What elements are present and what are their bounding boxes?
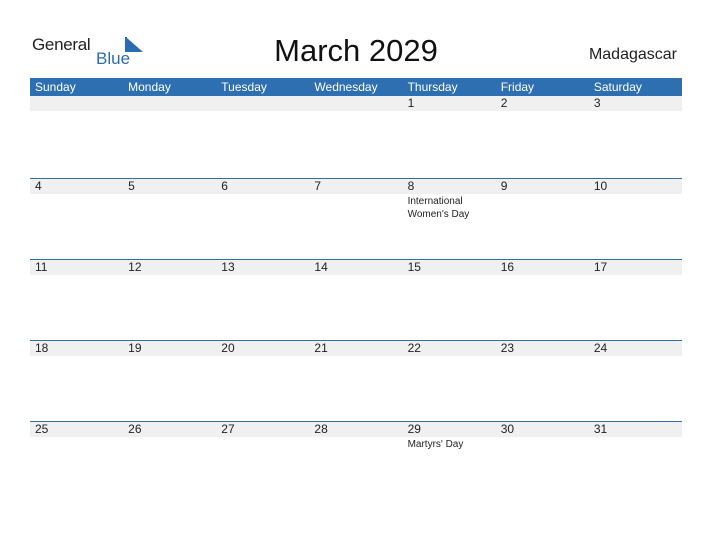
day-cell: 8 International Women's Day — [403, 179, 496, 221]
day-number: 31 — [593, 422, 608, 436]
day-cell: 7 — [309, 179, 402, 221]
day-number — [35, 96, 123, 111]
day-cell — [216, 96, 309, 111]
day-cell: 14 — [309, 260, 402, 275]
day-cell: 19 — [123, 341, 216, 356]
day-cell: 18 — [30, 341, 123, 356]
calendar-week: 18 19 20 21 22 23 24 — [30, 340, 682, 421]
day-cell: 6 — [216, 179, 309, 221]
weeks-container: 1 2 3 4 5 6 7 8 International Women's Day 9 10 11 12… — [30, 96, 682, 502]
day-number: 3 — [593, 96, 601, 110]
day-number: 23 — [500, 341, 515, 355]
day-cell: 15 — [403, 260, 496, 275]
calendar-week: 25 26 27 28 29 Martyrs' Day 30 31 — [30, 421, 682, 502]
day-number: 24 — [593, 341, 608, 355]
day-cell: 29 Martyrs' Day — [403, 422, 496, 451]
weekday-friday: Friday — [500, 80, 535, 94]
day-cell: 1 — [403, 96, 496, 111]
day-number: 7 — [314, 179, 322, 193]
country-label: Madagascar — [588, 46, 677, 63]
day-cell: 17 — [589, 260, 682, 275]
day-number: 21 — [314, 341, 328, 355]
day-number: 26 — [128, 422, 142, 436]
day-number: 27 — [221, 422, 235, 436]
day-cell: 9 — [496, 179, 589, 221]
day-number: 11 — [35, 260, 48, 274]
day-number: 17 — [593, 260, 608, 274]
day-cell: 25 — [30, 422, 123, 451]
day-number: 29 — [407, 422, 421, 436]
day-cell — [30, 96, 123, 111]
day-cell: 24 — [589, 341, 682, 356]
day-number: 10 — [593, 179, 608, 193]
day-number — [128, 96, 216, 111]
day-cell: 23 — [496, 341, 589, 356]
day-number: 18 — [35, 341, 49, 355]
weekday-wednesday: Wednesday — [314, 80, 378, 94]
day-cell: 11 — [30, 260, 123, 275]
day-number: 6 — [221, 179, 228, 193]
day-cell: 4 — [30, 179, 123, 221]
day-number: 1 — [407, 96, 415, 110]
day-number: 16 — [500, 260, 515, 274]
day-number: 14 — [314, 260, 328, 274]
weekday-saturday: Saturday — [593, 80, 642, 94]
day-number — [314, 96, 402, 111]
day-number: 20 — [221, 341, 235, 355]
day-cell: 3 — [589, 96, 682, 111]
weekday-thursday: Thursday — [407, 80, 458, 94]
day-number: 9 — [500, 179, 508, 193]
day-cell: 16 — [496, 260, 589, 275]
day-number: 30 — [500, 422, 515, 436]
day-number: 13 — [221, 260, 235, 274]
day-cell: 28 — [309, 422, 402, 451]
day-cell: 22 — [403, 341, 496, 356]
week-cells: 25 26 27 28 29 Martyrs' Day 30 31 — [30, 422, 682, 451]
calendar-week: 11 12 13 14 15 16 17 — [30, 259, 682, 340]
day-number: 4 — [35, 179, 42, 193]
day-cell: 31 — [589, 422, 682, 451]
day-cell: 13 — [216, 260, 309, 275]
holiday-label: International Women's Day — [407, 196, 470, 220]
week-cells: 4 5 6 7 8 International Women's Day 9 10 — [30, 179, 682, 221]
week-cells: 11 12 13 14 15 16 17 — [30, 260, 682, 275]
week-cells: 18 19 20 21 22 23 24 — [30, 341, 682, 356]
day-number: 5 — [128, 179, 135, 193]
calendar-week: 1 2 3 — [30, 96, 682, 178]
day-number: 8 — [407, 179, 415, 193]
weekday-sunday: Sunday — [35, 80, 76, 94]
day-cell: 27 — [216, 422, 309, 451]
day-cell — [309, 96, 402, 111]
day-cell: 26 — [123, 422, 216, 451]
day-number: 12 — [128, 260, 142, 274]
day-number: 15 — [407, 260, 421, 274]
day-cell: 5 — [123, 179, 216, 221]
calendar-week: 4 5 6 7 8 International Women's Day 9 10 — [30, 178, 682, 259]
day-cell — [123, 96, 216, 111]
day-number: 22 — [407, 341, 421, 355]
day-number — [221, 96, 309, 111]
holiday-label: Martyrs' Day — [407, 439, 464, 450]
day-cell: 12 — [123, 260, 216, 275]
calendar: Sunday Monday Tuesday Wednesday Thursday… — [30, 78, 682, 502]
day-cell: 20 — [216, 341, 309, 356]
weekday-monday: Monday — [128, 80, 171, 94]
day-cell: 30 — [496, 422, 589, 451]
day-cell: 21 — [309, 341, 402, 356]
day-number: 19 — [128, 341, 142, 355]
day-number: 2 — [500, 96, 508, 110]
weekday-tuesday: Tuesday — [221, 80, 267, 94]
day-number: 28 — [314, 422, 328, 436]
week-cells: 1 2 3 — [30, 96, 682, 111]
weekday-header: Sunday Monday Tuesday Wednesday Thursday… — [30, 78, 682, 96]
day-number: 25 — [35, 422, 49, 436]
day-cell: 10 — [589, 179, 682, 221]
day-cell: 2 — [496, 96, 589, 111]
